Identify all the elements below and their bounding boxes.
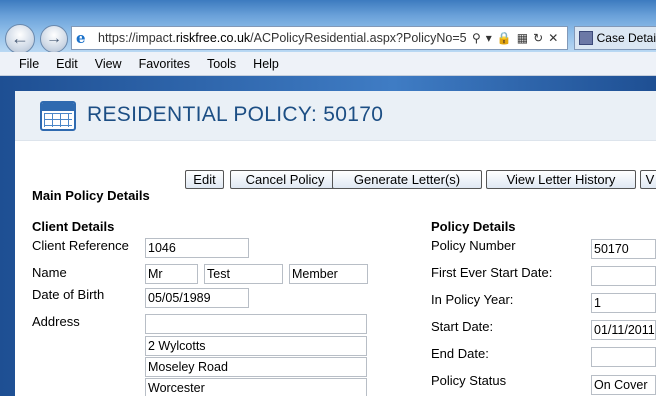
generate-letters-button[interactable]: Generate Letter(s) xyxy=(332,170,482,189)
name-title-field[interactable]: Mr xyxy=(145,264,198,284)
last-name-field[interactable]: Member xyxy=(289,264,368,284)
url-text: https://impact.riskfree.co.uk/ACPolicyRe… xyxy=(98,31,466,45)
menu-file[interactable]: File xyxy=(19,57,39,71)
stop-icon[interactable]: ✕ xyxy=(548,31,558,45)
browser-tab[interactable]: Case Detai xyxy=(574,26,656,50)
forward-button[interactable]: → xyxy=(40,25,68,53)
client-reference-field[interactable]: 1046 xyxy=(145,238,249,258)
browser-toolbar: ← → e https://impact.riskfree.co.uk/ACPo… xyxy=(0,0,656,54)
address-label: Address xyxy=(32,314,80,329)
cancel-policy-button[interactable]: Cancel Policy xyxy=(230,170,340,189)
tab-page-icon xyxy=(579,31,593,45)
first-start-date-label: First Ever Start Date: xyxy=(431,265,553,280)
policy-year-label: In Policy Year: xyxy=(431,292,514,307)
menu-favorites[interactable]: Favorites xyxy=(139,57,190,71)
start-date-label: Start Date: xyxy=(431,319,494,334)
tab-title: Case Detai xyxy=(596,31,656,45)
policy-number-label: Policy Number xyxy=(431,238,516,253)
dob-label: Date of Birth xyxy=(32,287,105,302)
end-date-label: End Date: xyxy=(431,346,489,361)
client-reference-label: Client Reference xyxy=(32,238,129,253)
menu-view[interactable]: View xyxy=(95,57,122,71)
menu-tools[interactable]: Tools xyxy=(207,57,236,71)
address-line1-field[interactable] xyxy=(145,314,367,334)
address-line3-field[interactable]: Moseley Road xyxy=(145,357,367,377)
page-header: RESIDENTIAL POLICY: 50170 xyxy=(15,91,656,141)
menu-bar: File Edit View Favorites Tools Help xyxy=(0,52,656,76)
refresh-icon[interactable]: ↻ xyxy=(533,31,543,45)
policy-number-field[interactable]: 50170 xyxy=(591,239,656,259)
address-line4-field[interactable]: Worcester xyxy=(145,378,367,396)
dropdown-icon[interactable]: ▾ xyxy=(486,31,492,45)
policy-year-field[interactable]: 1 xyxy=(591,293,656,313)
more-button[interactable]: V xyxy=(640,170,656,189)
section-title: Main Policy Details xyxy=(32,188,150,203)
policy-details-heading: Policy Details xyxy=(431,219,516,234)
lock-icon[interactable]: 🔒 xyxy=(497,31,512,45)
policy-page: RESIDENTIAL POLICY: 50170 Edit Cancel Po… xyxy=(15,91,656,396)
name-label: Name xyxy=(32,265,67,280)
calendar-icon xyxy=(40,101,76,131)
dob-field[interactable]: 05/05/1989 xyxy=(145,288,249,308)
ie-page-icon: e xyxy=(76,29,86,47)
edit-button[interactable]: Edit xyxy=(185,170,224,189)
view-letter-history-button[interactable]: View Letter History xyxy=(486,170,636,189)
first-name-field[interactable]: Test xyxy=(204,264,283,284)
client-details-heading: Client Details xyxy=(32,219,115,234)
start-date-field[interactable]: 01/11/2011 xyxy=(591,320,656,340)
search-icon[interactable]: ⚲ xyxy=(472,31,481,45)
address-line2-field[interactable]: 2 Wylcotts xyxy=(145,336,367,356)
menu-edit[interactable]: Edit xyxy=(56,57,78,71)
policy-status-field[interactable]: On Cover xyxy=(591,375,656,395)
address-bar[interactable]: e https://impact.riskfree.co.uk/ACPolicy… xyxy=(71,26,568,50)
end-date-field[interactable] xyxy=(591,347,656,367)
page-title: RESIDENTIAL POLICY: 50170 xyxy=(87,103,384,126)
compatibility-icon[interactable]: ▦ xyxy=(517,31,528,45)
menu-help[interactable]: Help xyxy=(253,57,279,71)
first-start-date-field[interactable] xyxy=(591,266,656,286)
policy-status-label: Policy Status xyxy=(431,373,507,388)
back-button[interactable]: ← xyxy=(5,24,35,54)
